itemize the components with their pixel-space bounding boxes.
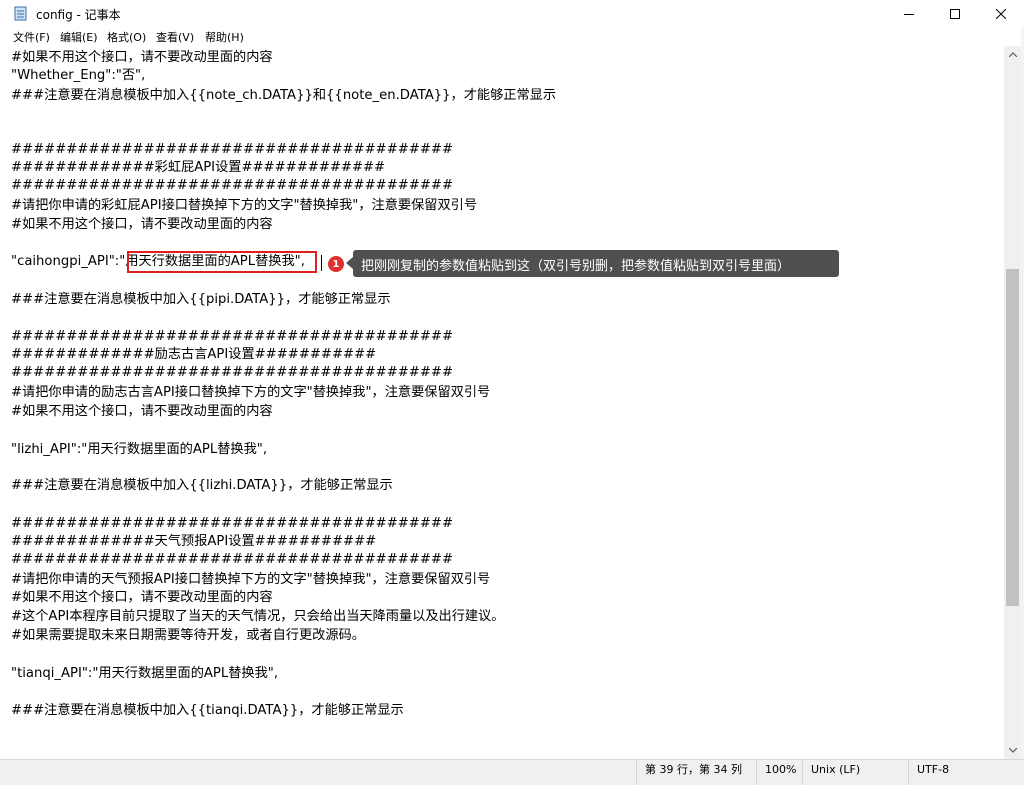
scroll-down-button[interactable] (1004, 742, 1021, 759)
editor-line: ######################################## (11, 329, 453, 344)
editor-line: #如果不用这个接口，请不要改动里面的内容 (11, 404, 273, 419)
status-bar: 第 39 行，第 34 列 100% Unix (LF) UTF-8 (0, 759, 1024, 785)
status-line-ending: Unix (LF) (802, 760, 906, 785)
menu-file[interactable]: 文件(F) (13, 29, 50, 45)
editor-line: "tianqi_API":"用天行数据里面的APL替换我", (11, 666, 279, 681)
editor-line: #############天气预报API设置########### (11, 534, 377, 549)
menu-help[interactable]: 帮助(H) (205, 29, 244, 45)
minimize-icon (904, 14, 914, 15)
menu-format[interactable]: 格式(O) (107, 29, 146, 45)
text-caret (321, 255, 322, 271)
editor-line: ###注意要在消息模板中加入{{lizhi.DATA}}，才能够正常显示 (11, 478, 393, 493)
window-title: config - 记事本 (36, 8, 121, 22)
chevron-up-icon (1008, 52, 1017, 57)
title-bar[interactable]: config - 记事本 (0, 0, 1024, 28)
editor-line: #请把你申请的励志古言API接口替换掉下方的文字"替换掉我"，注意要保留双引号 (11, 385, 491, 400)
editor-line: ###注意要在消息模板中加入{{pipi.DATA}}，才能够正常显示 (11, 292, 391, 307)
editor-line: #如果不用这个接口，请不要改动里面的内容 (11, 590, 273, 605)
editor-line: ######################################## (11, 516, 453, 531)
menu-view[interactable]: 查看(V) (156, 29, 194, 45)
menu-edit[interactable]: 编辑(E) (60, 29, 98, 45)
menu-bar: 文件(F) 编辑(E) 格式(O) 查看(V) 帮助(H) (0, 28, 1024, 46)
editor-line: #这个API本程序目前只提取了当天的天气情况，只会给出当天降雨量以及出行建议。 (11, 609, 505, 624)
notepad-window: config - 记事本 文件(F) 编辑(E) 格式(O) 查看(V) 帮助(… (0, 0, 1024, 785)
editor-line: #############励志古言API设置########### (11, 347, 377, 362)
editor-line: "Whether_Eng":"否", (11, 68, 146, 83)
editor-line: #############彩虹屁API设置############# (11, 160, 386, 175)
editor-line: ###注意要在消息模板中加入{{tianqi.DATA}}，才能够正常显示 (11, 703, 404, 718)
highlight-box (127, 251, 317, 273)
editor-line: #如果不用这个接口，请不要改动里面的内容 (11, 217, 273, 232)
status-zoom: 100% (756, 760, 802, 785)
editor-line: #请把你申请的天气预报API接口替换掉下方的文字"替换掉我"，注意要保留双引号 (11, 572, 491, 587)
editor-line: ###注意要在消息模板中加入{{note_ch.DATA}}和{{note_en… (11, 88, 557, 103)
scroll-up-button[interactable] (1004, 46, 1021, 63)
status-encoding: UTF-8 (908, 760, 1004, 785)
instruction-tooltip: 把刚刚复制的参数值粘贴到这（双引号别删，把参数值粘贴到双引号里面） (346, 250, 839, 277)
tooltip-text: 把刚刚复制的参数值粘贴到这（双引号别删，把参数值粘贴到双引号里面） (361, 259, 791, 274)
editor-line: #请把你申请的彩虹屁API接口替换掉下方的文字"替换掉我"，注意要保留双引号 (11, 198, 478, 213)
editor-line: "lizhi_API":"用天行数据里面的APL替换我", (11, 442, 268, 457)
notepad-icon (14, 6, 27, 21)
editor-line: ######################################## (11, 365, 453, 380)
maximize-icon (950, 9, 960, 19)
editor-line: ######################################## (11, 142, 453, 157)
editor-line: ######################################## (11, 178, 453, 193)
step-badge: 1 (328, 256, 344, 272)
editor-line: #如果需要提取未来日期需要等待开发，或者自行更改源码。 (11, 628, 365, 643)
chevron-down-icon (1008, 748, 1017, 753)
maximize-button[interactable] (932, 0, 978, 28)
editor-line: #如果不用这个接口，请不要改动里面的内容 (11, 50, 273, 65)
close-icon (996, 9, 1006, 19)
status-cursor-position: 第 39 行，第 34 列 (636, 760, 754, 785)
vertical-scrollbar[interactable] (1004, 46, 1021, 759)
close-button[interactable] (978, 0, 1024, 28)
editor-line: ######################################## (11, 552, 453, 567)
text-editor[interactable]: #如果不用这个接口，请不要改动里面的内容 "Whether_Eng":"否", ##… (0, 46, 1004, 759)
scroll-thumb[interactable] (1006, 269, 1019, 606)
minimize-button[interactable] (886, 0, 932, 28)
